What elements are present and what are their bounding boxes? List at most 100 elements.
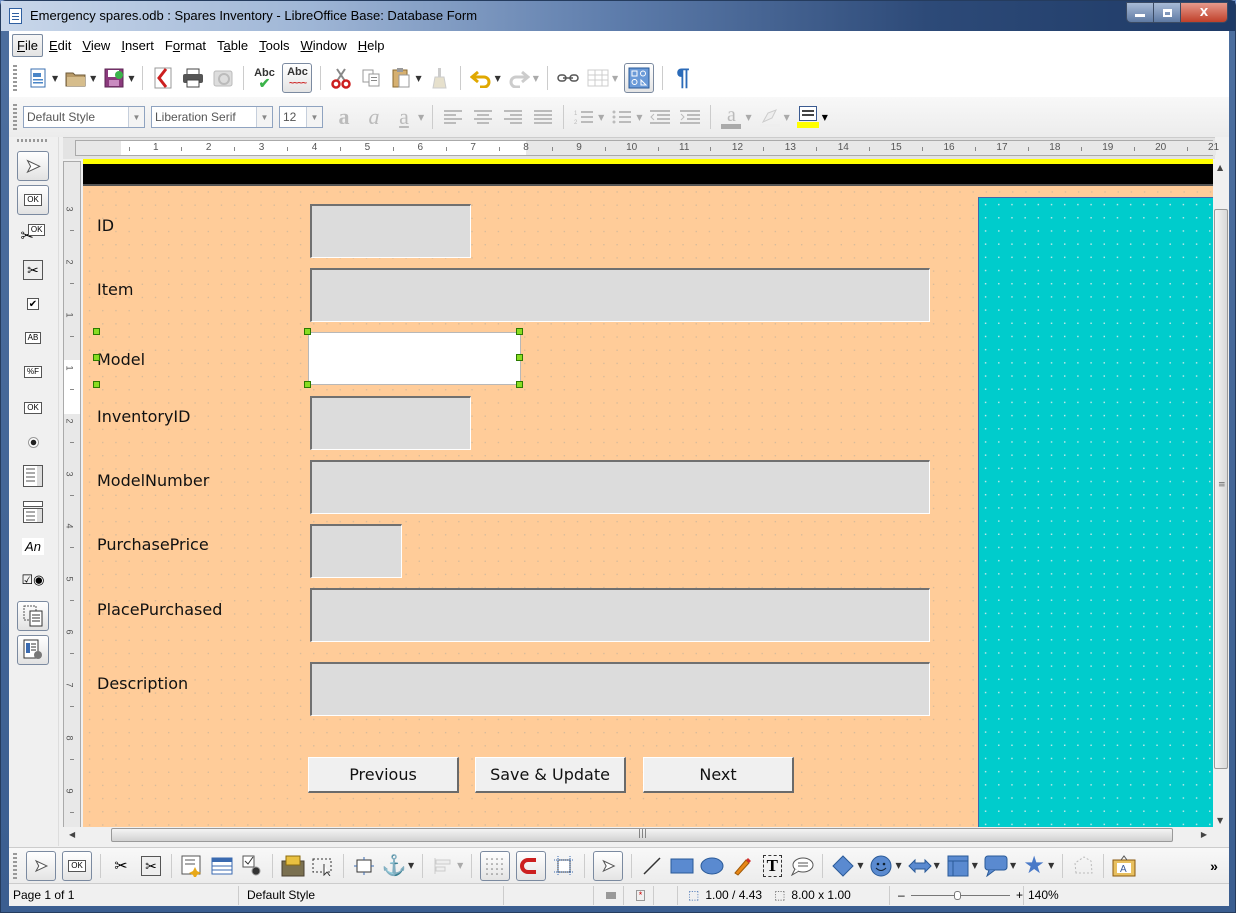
anchor-dropdown[interactable]: ▼ (408, 861, 414, 870)
line-icon[interactable] (640, 854, 664, 878)
align-icon[interactable] (431, 854, 455, 878)
page-count[interactable]: Page 1 of 1 (9, 885, 239, 905)
maximize-button[interactable] (1154, 3, 1181, 22)
menu-window[interactable]: Window (296, 34, 352, 57)
more-icon[interactable]: » (1202, 854, 1226, 878)
open-folder-icon[interactable] (64, 66, 88, 90)
field-label-description[interactable]: Description (97, 674, 188, 693)
copy-icon[interactable] (359, 66, 383, 90)
highlighting-icon[interactable] (758, 105, 782, 129)
label-field-tool[interactable]: An (17, 531, 49, 561)
new-document-icon[interactable] (26, 66, 50, 90)
save-update-button[interactable]: Save & Update (475, 757, 626, 793)
flowchart-icon[interactable] (946, 854, 970, 878)
decrease-indent-icon[interactable] (648, 105, 672, 129)
form-properties-tool[interactable]: ✂ (17, 255, 49, 285)
justify-icon[interactable] (531, 105, 555, 129)
draw-functions-icon[interactable] (624, 63, 655, 93)
rectangle-icon[interactable] (670, 854, 694, 878)
activation-order-icon[interactable] (240, 854, 264, 878)
text-box-tool[interactable]: AB (17, 323, 49, 353)
menu-file[interactable]: File (12, 33, 43, 57)
scroll-down-icon[interactable]: ▼ (1217, 816, 1223, 825)
align-left-icon[interactable] (441, 105, 465, 129)
bullets-dropdown[interactable]: ▼ (636, 113, 642, 122)
paste-dropdown[interactable]: ▼ (415, 74, 421, 83)
form-navigator-icon[interactable] (210, 854, 234, 878)
cut-icon[interactable] (329, 66, 353, 90)
redo-icon[interactable] (507, 66, 531, 90)
vertical-ruler[interactable]: 3 2 1 1 2 3 4 5 6 7 8 9 (63, 161, 81, 834)
formatted-field-tool[interactable]: %F (17, 357, 49, 387)
formatting-marks-icon[interactable]: ¶ (671, 64, 695, 91)
form-design-tool[interactable] (17, 601, 49, 631)
toolbar-grip[interactable] (17, 139, 49, 142)
placepurchased-field[interactable] (310, 588, 930, 642)
option-button-tool[interactable] (17, 427, 49, 457)
anchor-icon[interactable]: ⚓ (382, 854, 407, 878)
bullets-icon[interactable] (610, 105, 634, 129)
design-mode-icon[interactable]: OK (62, 850, 92, 881)
guides-icon[interactable] (552, 854, 576, 878)
clone-formatting-icon[interactable] (428, 66, 452, 90)
select-tool[interactable]: ➤ (17, 151, 49, 181)
toolbar-grip[interactable] (13, 104, 17, 130)
id-field[interactable] (310, 204, 471, 258)
chevron-down-icon[interactable]: ▼ (306, 107, 322, 127)
autospellcheck-icon[interactable]: Abc ~~~~ (282, 63, 313, 93)
new-dropdown[interactable]: ▼ (52, 74, 58, 83)
callouts-icon[interactable] (984, 854, 1008, 878)
italic-icon[interactable]: a (362, 104, 386, 129)
scroll-up-icon[interactable]: ▲ (1217, 163, 1223, 172)
field-label-model[interactable]: Model (97, 350, 145, 369)
side-panel-shape[interactable] (978, 197, 1213, 827)
scroll-right-icon[interactable]: ▶ (1201, 830, 1207, 839)
zoom-out-button[interactable]: – (898, 888, 905, 902)
wizards-tool[interactable] (17, 635, 49, 665)
add-field-icon[interactable] (180, 854, 204, 878)
numbering-dropdown[interactable]: ▼ (598, 113, 604, 122)
page-style[interactable]: Default Style (239, 885, 504, 905)
callout-icon[interactable] (790, 854, 814, 878)
horizontal-ruler[interactable]: 1 2 3 4 5 6 7 8 9 10 11 12 13 14 15 16 17 18 19 20 21 (63, 137, 1219, 159)
combo-box-tool[interactable] (17, 497, 49, 527)
freeform-line-icon[interactable] (730, 854, 754, 878)
menu-format[interactable]: Format (160, 34, 211, 57)
horizontal-scrollbar[interactable]: ◀ ||| ▶ (63, 827, 1213, 843)
save-icon[interactable] (102, 66, 126, 90)
model-field[interactable] (308, 332, 521, 385)
next-button[interactable]: Next (643, 757, 794, 793)
menu-tools[interactable]: Tools (254, 34, 294, 57)
paragraph-style-combo[interactable]: Default Style ▼ (23, 106, 145, 128)
symbol-shapes-dropdown[interactable]: ▼ (895, 861, 901, 870)
export-pdf-icon[interactable] (151, 66, 175, 90)
checkbox-tool[interactable]: ✔ (17, 289, 49, 319)
scroll-left-icon[interactable]: ◀ (69, 830, 75, 839)
resize-handle[interactable] (516, 354, 523, 361)
control-properties-icon[interactable]: ✂ (109, 854, 133, 878)
form-properties-icon[interactable]: ✂ (139, 854, 163, 878)
fontwork-icon[interactable]: A (1112, 854, 1136, 878)
open-dropdown[interactable]: ▼ (90, 74, 96, 83)
list-box-tool[interactable] (17, 461, 49, 491)
basic-shapes-icon[interactable] (831, 854, 855, 878)
form-design-canvas[interactable]: ID Item Model InventoryID ModelNumber Pu… (83, 159, 1213, 827)
item-field[interactable] (310, 268, 930, 322)
table-dropdown[interactable]: ▼ (612, 74, 618, 83)
paste-icon[interactable] (389, 66, 413, 90)
symbol-shapes-icon[interactable] (869, 854, 893, 878)
horizontal-scroll-thumb[interactable]: ||| (111, 828, 1173, 842)
hyperlink-icon[interactable] (556, 66, 580, 90)
vertical-scrollbar[interactable]: ▲ ≡ ▼ (1213, 159, 1229, 829)
text-icon[interactable]: T (760, 854, 784, 878)
field-label-placepurchased[interactable]: PlacePurchased (97, 600, 222, 619)
resize-handle[interactable] (304, 381, 311, 388)
font-name-combo[interactable]: Liberation Serif ▼ (151, 106, 273, 128)
field-label-modelnumber[interactable]: ModelNumber (97, 471, 209, 490)
zoom-slider-knob[interactable] (953, 890, 961, 900)
zoom-in-button[interactable]: + (1016, 888, 1023, 902)
document-modified-icon[interactable]: * (624, 885, 654, 905)
menu-help[interactable]: Help (353, 34, 390, 57)
menu-view[interactable]: View (77, 34, 115, 57)
vertical-scroll-thumb[interactable]: ≡ (1214, 209, 1228, 769)
